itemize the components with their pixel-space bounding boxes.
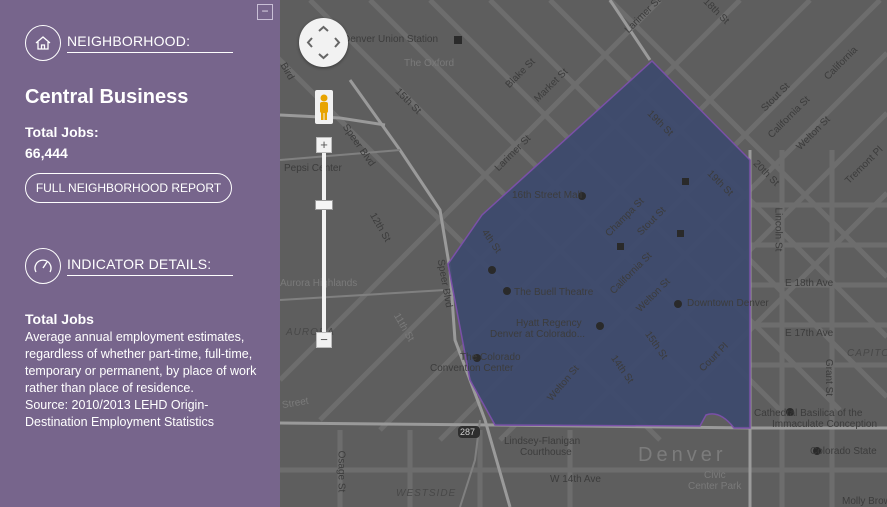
full-report-button[interactable]: FULL NEIGHBORHOOD REPORT: [25, 173, 232, 203]
pan-control[interactable]: [299, 18, 348, 67]
indicator-description-block: Average annual employment estimates, reg…: [25, 329, 260, 431]
pegman-icon[interactable]: [315, 90, 333, 124]
neighborhood-header: NEIGHBORHOOD:: [25, 25, 233, 61]
pan-arrows-icon: [306, 25, 341, 60]
zoom-slider-thumb[interactable]: [315, 200, 333, 210]
indicator-heading: INDICATOR DETAILS:: [67, 256, 233, 276]
neighborhood-name: Central Business: [25, 86, 189, 108]
zoom-out-button[interactable]: −: [316, 332, 332, 348]
indicator-description: Average annual employment estimates, reg…: [25, 330, 257, 395]
indicator-title: Total Jobs: [25, 311, 94, 327]
label-buell-theatre: The Buell Theatre: [514, 287, 594, 298]
label-denver: Denver: [638, 444, 727, 466]
label-grant-st: Grant St: [823, 358, 835, 397]
map-canvas: [280, 0, 887, 507]
label-colorado-convention-2: Convention Center: [430, 363, 514, 374]
label-e-18th-ave: E 18th Ave: [785, 278, 834, 289]
label-union-station: Denver Union Station: [343, 34, 439, 45]
label-w-14th-ave: W 14th Ave: [550, 474, 601, 485]
label-aurora-highlands: Aurora Highlands: [280, 278, 358, 289]
zoom-slider-track[interactable]: [322, 152, 326, 332]
map[interactable]: Denver Union Station The Oxford Blake St…: [280, 0, 887, 507]
label-lindsey-2: Courthouse: [520, 447, 572, 458]
label-cathedral-1: Cathedral Basilica of the: [754, 408, 863, 419]
zoom-in-button[interactable]: +: [316, 137, 332, 153]
label-the-oxford: The Oxford: [404, 58, 455, 69]
indicator-header: INDICATOR DETAILS:: [25, 248, 233, 284]
gauge-icon: [25, 248, 61, 284]
label-16th-street-mall: 16th Street Mall: [512, 190, 583, 201]
label-e-17th-ave: E 17th Ave: [785, 328, 834, 339]
label-civic-2: Center Park: [688, 481, 742, 492]
neighborhood-heading: NEIGHBORHOOD:: [67, 33, 233, 53]
label-cathedral-2: Immaculate Conception: [772, 419, 878, 430]
label-osage-st: Osage St: [335, 450, 347, 493]
label-molly-brown: Molly Brow: [842, 496, 887, 507]
label-lindsey-1: Lindsey-Flanigan: [504, 436, 581, 447]
total-jobs-value: 66,444: [25, 145, 68, 161]
route-287-shield: 287: [460, 427, 476, 437]
label-capito: CAPITO: [847, 348, 887, 359]
label-lincoln-st: Lincoln St: [772, 207, 784, 252]
total-jobs-label: Total Jobs:: [25, 124, 99, 140]
label-pepsi-center: Pepsi Center: [284, 163, 342, 174]
label-hyatt-1: Hyatt Regency: [516, 318, 582, 329]
label-colorado-state: Colorado State: [810, 446, 877, 457]
label-westside: WESTSIDE: [396, 488, 457, 499]
indicator-source: Source: 2010/2013 LEHD Origin-Destinatio…: [25, 398, 214, 429]
home-icon: [25, 25, 61, 61]
label-colorado-convention-1: The Colorado: [460, 352, 521, 363]
label-civic-1: Civic: [704, 470, 726, 481]
label-downtown-denver: Downtown Denver: [687, 298, 769, 309]
collapse-button[interactable]: −: [257, 4, 273, 20]
label-hyatt-2: Denver at Colorado...: [490, 329, 586, 340]
sidebar: − NEIGHBORHOOD: Central Business Total J…: [0, 0, 280, 507]
